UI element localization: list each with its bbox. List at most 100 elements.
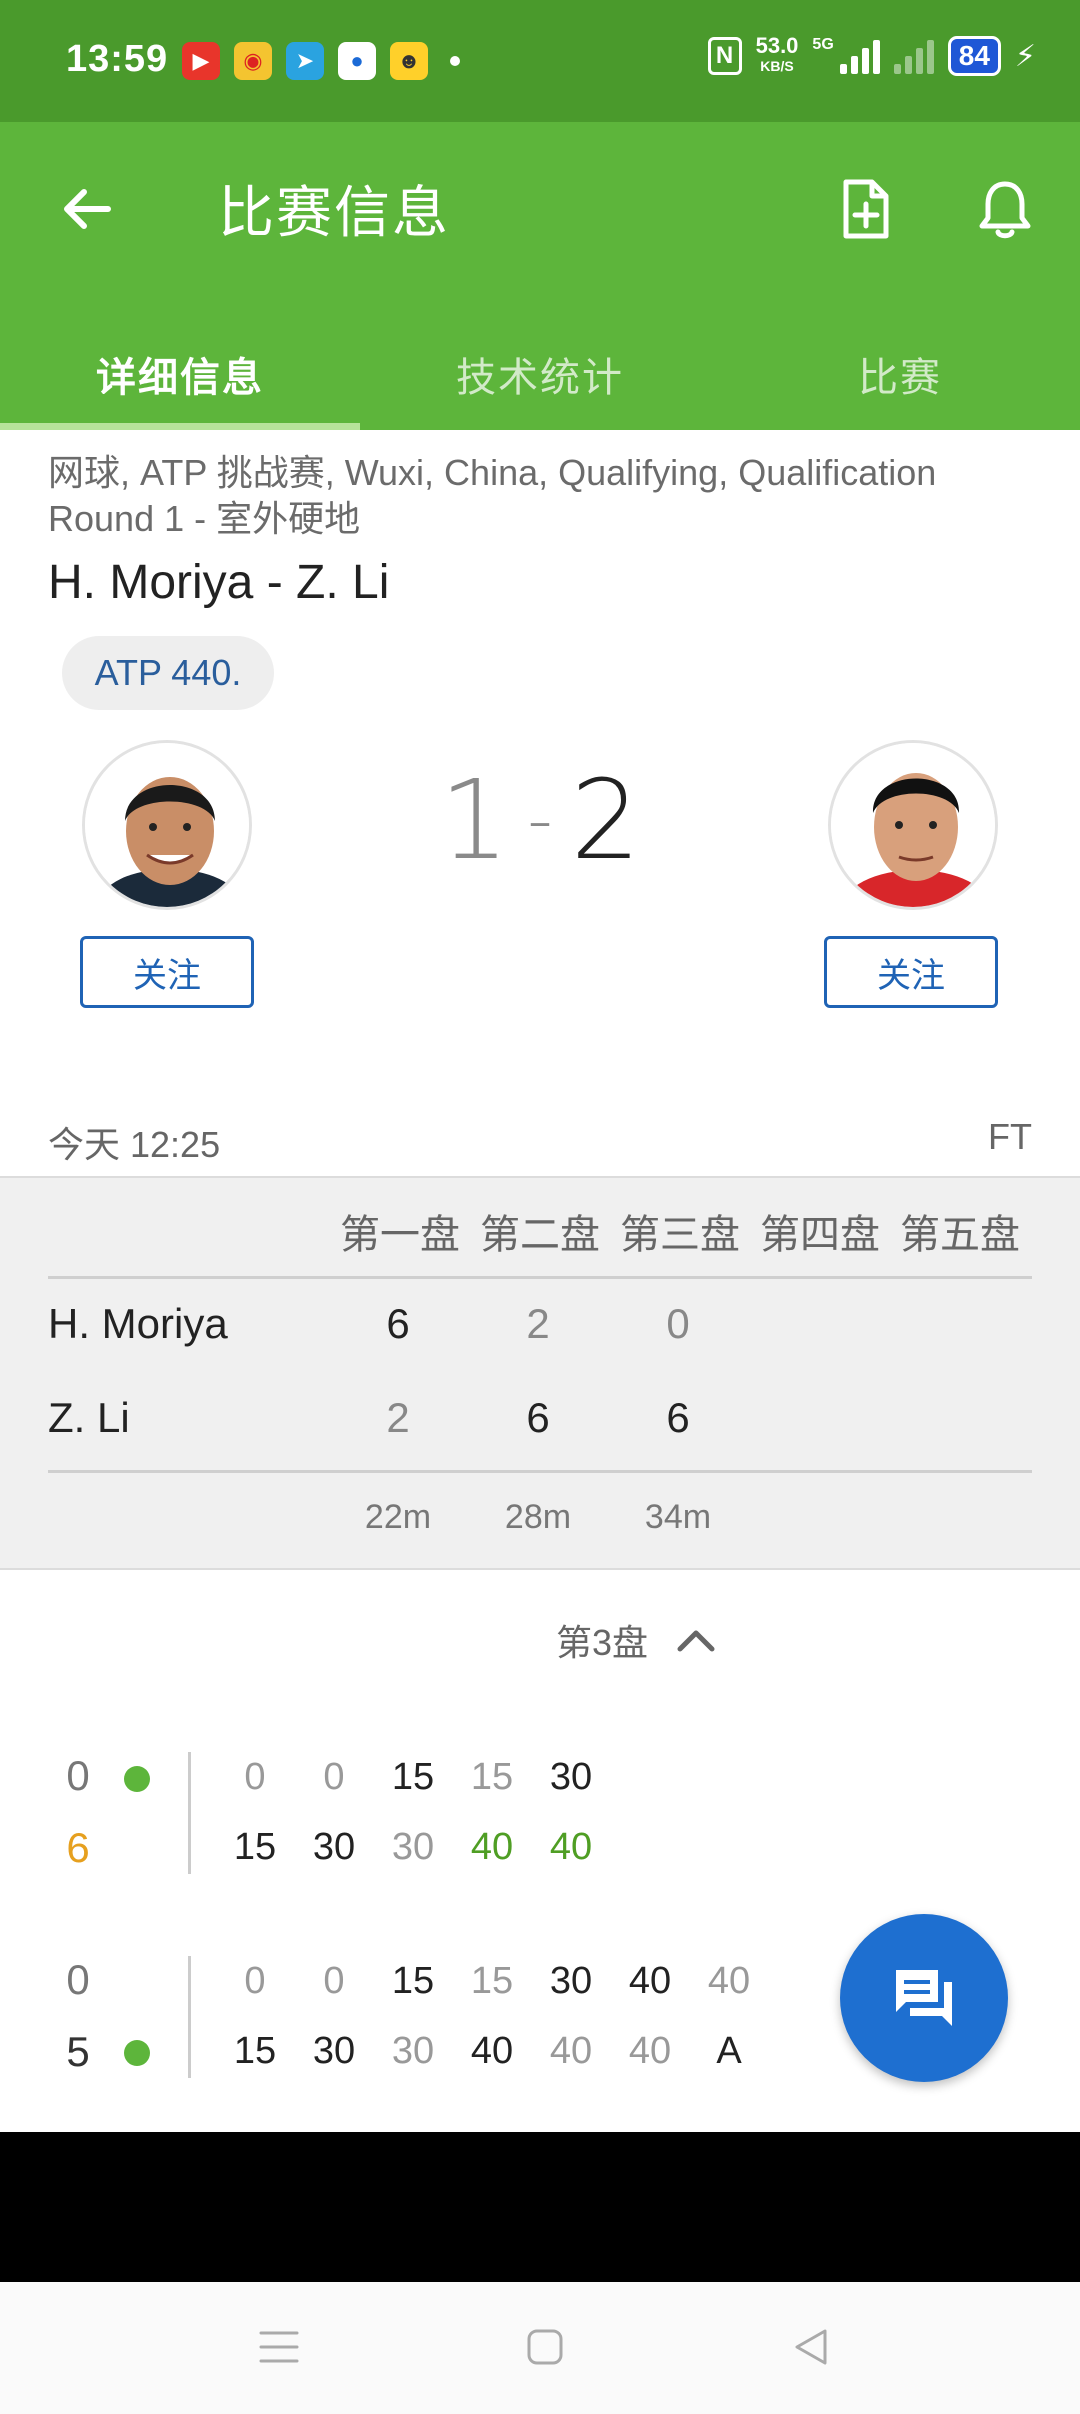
set-header-3: 第三盘 xyxy=(620,1212,740,1258)
point: 15 xyxy=(470,1960,514,2002)
notification-bell-button[interactable] xyxy=(970,174,1040,244)
charging-icon: ⚡ xyxy=(1014,39,1036,73)
point: 0 xyxy=(323,1960,345,2002)
menu-icon xyxy=(259,2331,299,2363)
point: 30 xyxy=(312,1826,356,1868)
point: 15 xyxy=(391,1756,435,1798)
bell-icon xyxy=(979,181,1031,239)
set-selector-label: 第3盘 xyxy=(556,1622,649,1663)
match-title: H. Moriya - Z. Li xyxy=(48,556,390,609)
point: 15 xyxy=(470,1756,514,1798)
point: A xyxy=(716,2030,742,2072)
tab-details[interactable]: 详细信息 xyxy=(0,318,360,430)
status-time: 13:59 xyxy=(66,38,169,80)
point: 40 xyxy=(628,2030,672,2072)
nfc-icon: N xyxy=(707,37,742,75)
tab-bar: 详细信息 技术统计 比赛 xyxy=(0,318,1080,430)
point: 15 xyxy=(233,1826,277,1868)
divider xyxy=(48,1276,1032,1279)
add-to-calendar-button[interactable] xyxy=(830,174,900,244)
point: 15 xyxy=(233,2030,277,2072)
point: 0 xyxy=(323,1756,345,1798)
away-set-3: 6 xyxy=(666,1394,690,1441)
point: 0 xyxy=(244,1756,266,1798)
divider xyxy=(48,1470,1032,1473)
divider xyxy=(188,1752,191,1874)
player-home-photo xyxy=(85,743,249,907)
point: 30 xyxy=(549,1756,593,1798)
away-set-1: 2 xyxy=(386,1394,410,1441)
net-speed-unit: KB/S xyxy=(760,58,794,74)
score-home: 1 xyxy=(439,756,510,884)
home-icon xyxy=(527,2329,563,2365)
player-home-avatar[interactable] xyxy=(82,740,252,910)
map-app-icon: ● xyxy=(338,42,376,80)
point: 40 xyxy=(549,2030,593,2072)
game-score-top: 0 xyxy=(66,1956,90,2003)
serve-indicator xyxy=(124,2040,150,2066)
status-right: N 53.0 KB/S 5G 84 ⚡ xyxy=(707,33,1036,76)
player-home-name: H. Moriya xyxy=(48,1300,228,1347)
tournament-info: 网球, ATP 挑战赛, Wuxi, China, Qualifying, Qu… xyxy=(48,452,937,539)
chat-fab-button[interactable] xyxy=(840,1914,1008,2082)
home-set-1: 6 xyxy=(386,1300,410,1347)
net-speed: 53.0 KB/S xyxy=(755,33,799,76)
set-selector[interactable]: 第3盘 xyxy=(556,1614,716,1666)
home-set-3: 0 xyxy=(666,1300,690,1347)
ad-placeholder xyxy=(0,2132,1080,2282)
nav-menu-button[interactable] xyxy=(244,2312,314,2382)
game-score-top: 0 xyxy=(66,1752,90,1799)
home-set-2: 2 xyxy=(526,1300,550,1347)
set-2-duration: 28m xyxy=(504,1498,572,1536)
follow-home-button[interactable]: 关注 xyxy=(80,936,254,1008)
point: 40 xyxy=(628,1960,672,2002)
sets-table: 第一盘 第二盘 第三盘 第四盘 第五盘 H. Moriya 6 2 0 Z. L… xyxy=(0,1176,1080,1570)
set-header-5: 第五盘 xyxy=(900,1212,1020,1258)
system-nav-bar xyxy=(0,2282,1080,2414)
game-score-bottom: 6 xyxy=(66,1824,90,1871)
point: 15 xyxy=(391,1960,435,2002)
set-header-4: 第四盘 xyxy=(760,1212,880,1258)
battery-icon: 84 xyxy=(947,36,1001,76)
back-button[interactable] xyxy=(52,174,122,244)
point: 40 xyxy=(707,1960,751,2002)
weibo-icon: ◉ xyxy=(234,42,272,80)
chevron-up-icon xyxy=(677,1630,715,1652)
point: 40 xyxy=(470,1826,514,1868)
nav-home-button[interactable] xyxy=(510,2312,580,2382)
arrow-left-icon xyxy=(64,189,111,229)
point: 0 xyxy=(244,1960,266,2002)
game-score-bottom: 5 xyxy=(66,2028,90,2075)
point: 40 xyxy=(470,2030,514,2072)
follow-away-button[interactable]: 关注 xyxy=(824,936,998,1008)
tab-statistics[interactable]: 技术统计 xyxy=(360,318,720,430)
set-header-1: 第一盘 xyxy=(340,1212,460,1258)
net-speed-value: 53.0 xyxy=(755,33,799,58)
player-away-avatar[interactable] xyxy=(828,740,998,910)
point: 30 xyxy=(312,2030,356,2072)
point: 30 xyxy=(391,1826,435,1868)
tab-match[interactable]: 比赛 xyxy=(720,318,1080,430)
chat-icon xyxy=(896,1970,952,2026)
score-separator: - xyxy=(527,779,553,861)
status-bar: 13:59 ▶ ◉ ➤ ● ☻ N 53.0 KB/S 5G 84 ⚡ xyxy=(0,0,1080,122)
signal-2-icon xyxy=(893,38,934,74)
score-away: 2 xyxy=(570,756,641,884)
nav-back-button[interactable] xyxy=(776,2312,846,2382)
notification-icons: ▶ ◉ ➤ ● ☻ xyxy=(182,42,460,80)
point: 30 xyxy=(391,2030,435,2072)
telegram-icon: ➤ xyxy=(286,42,324,80)
video-app-icon: ▶ xyxy=(182,42,220,80)
player-away-name: Z. Li xyxy=(48,1394,130,1441)
set-1-duration: 22m xyxy=(364,1498,432,1536)
set-header-2: 第二盘 xyxy=(480,1212,600,1258)
app-bar: 比赛信息 详细信息 技术统计 比赛 xyxy=(0,122,1080,430)
point: 40 xyxy=(549,1826,593,1868)
chat-app-icon: ☻ xyxy=(390,42,428,80)
signal-icon xyxy=(839,38,880,74)
back-triangle-icon xyxy=(795,2329,827,2365)
ranking-chip[interactable]: ATP 440. xyxy=(62,636,274,710)
away-set-2: 6 xyxy=(526,1394,550,1441)
match-score: 1 - 2 xyxy=(420,756,660,884)
point: 30 xyxy=(549,1960,593,2002)
